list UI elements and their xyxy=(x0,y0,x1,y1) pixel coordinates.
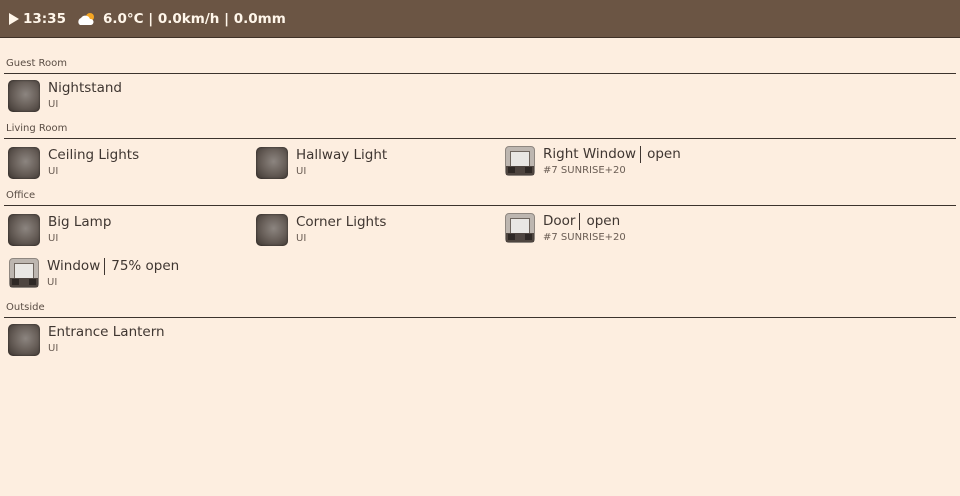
device-right-window[interactable]: Right Window open #7 SUNRISE+20 xyxy=(505,146,681,176)
window-blind-icon[interactable] xyxy=(505,213,535,243)
play-icon[interactable] xyxy=(9,12,19,25)
status-bar: 13:35 6.0°C | 0.0km/h | 0.0mm xyxy=(0,0,960,38)
section-title-guest-room: Guest Room xyxy=(6,58,68,69)
device-subtitle: UI xyxy=(48,166,59,177)
weather-summary: 6.0°C | 0.0km/h | 0.0mm xyxy=(102,10,286,27)
device-state: 75% open xyxy=(111,258,180,274)
device-name: Window xyxy=(47,258,101,274)
window-blind-icon[interactable] xyxy=(9,258,39,288)
device-name: Door xyxy=(543,213,576,229)
light-icon[interactable] xyxy=(256,214,288,246)
device-subtitle: UI xyxy=(48,233,59,244)
device-name: Corner Lights xyxy=(296,214,387,230)
section-title-living-room: Living Room xyxy=(6,123,68,134)
device-subtitle: UI xyxy=(296,166,307,177)
light-icon[interactable] xyxy=(8,147,40,179)
device-name: Big Lamp xyxy=(48,214,112,230)
device-subtitle: #7 SUNRISE+20 xyxy=(543,165,626,176)
device-entrance-lantern[interactable]: Entrance Lantern UI xyxy=(8,324,165,356)
divider xyxy=(4,317,956,318)
clock: 13:35 xyxy=(23,10,66,27)
device-name: Hallway Light xyxy=(296,147,388,163)
separator xyxy=(640,146,642,163)
section-title-outside: Outside xyxy=(6,302,45,313)
device-window[interactable]: Window 75% open UI xyxy=(9,258,179,288)
light-icon[interactable] xyxy=(8,324,40,356)
divider xyxy=(4,138,956,139)
device-nightstand[interactable]: Nightstand UI xyxy=(8,80,122,112)
window-blind-icon[interactable] xyxy=(505,146,535,176)
device-state: open xyxy=(586,213,621,229)
separator xyxy=(104,258,106,275)
device-subtitle: UI xyxy=(48,99,59,110)
device-ceiling-lights[interactable]: Ceiling Lights UI xyxy=(8,147,139,179)
device-state: open xyxy=(647,146,681,162)
divider xyxy=(4,73,956,74)
separator xyxy=(579,213,581,230)
device-name: Ceiling Lights xyxy=(48,147,140,163)
device-big-lamp[interactable]: Big Lamp UI xyxy=(8,214,111,246)
device-subtitle: #7 SUNRISE+20 xyxy=(543,232,626,243)
device-name: Right Window xyxy=(543,146,637,162)
section-title-office: Office xyxy=(6,190,36,201)
device-door[interactable]: Door open #7 SUNRISE+20 xyxy=(505,213,626,243)
device-hallway-light[interactable]: Hallway Light UI xyxy=(256,147,387,179)
divider xyxy=(4,205,956,206)
device-name: Nightstand xyxy=(48,80,122,96)
light-icon[interactable] xyxy=(8,214,40,246)
light-icon[interactable] xyxy=(256,147,288,179)
device-corner-lights[interactable]: Corner Lights UI xyxy=(256,214,386,246)
device-subtitle: UI xyxy=(48,343,59,354)
partly-cloudy-icon xyxy=(76,11,98,27)
device-subtitle: UI xyxy=(296,233,307,244)
device-subtitle: UI xyxy=(47,277,58,288)
light-icon[interactable] xyxy=(8,80,40,112)
device-name: Entrance Lantern xyxy=(48,324,165,340)
